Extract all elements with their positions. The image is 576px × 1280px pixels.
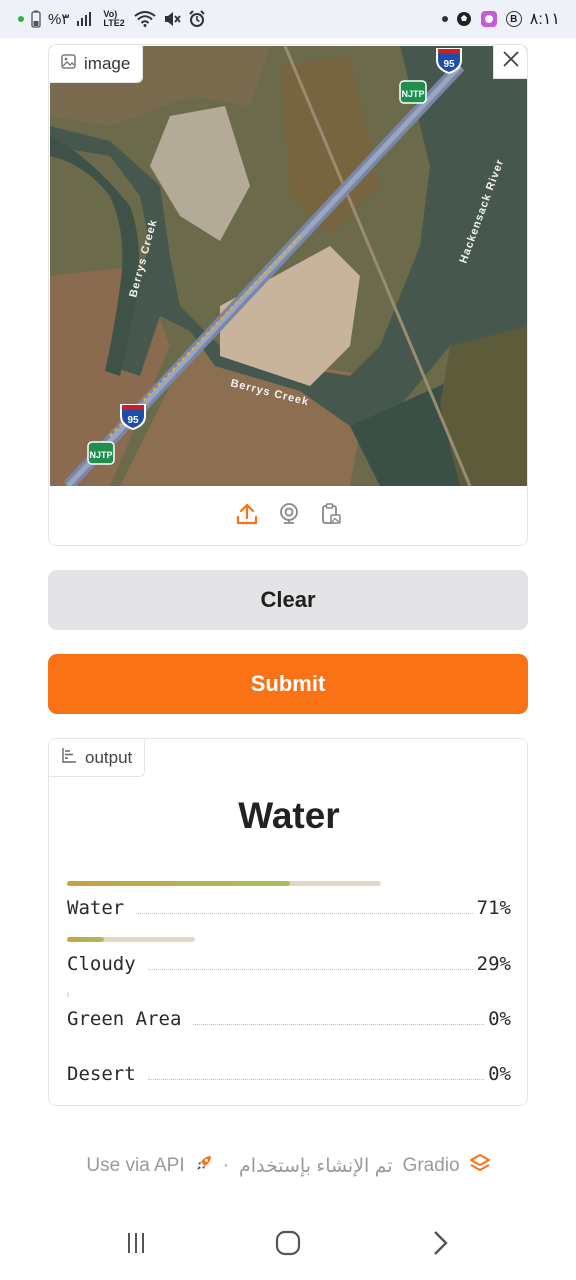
turnpike-icon: NJTP [399,80,427,104]
submit-button[interactable]: Submit [48,654,528,714]
turnpike-bottom-label: NJTP [89,450,112,460]
footer-separator: · [222,1155,229,1176]
confidence-percent: 29% [476,953,511,975]
android-nav-bar [0,1210,576,1280]
back-button[interactable] [410,1215,470,1275]
satellite-image[interactable]: 95 95 NJTP NJTP Berrys Creek Berrys Cree… [50,46,527,486]
footer: Use via API · تم الإنشاء بإستخدام Gradio [0,1153,576,1178]
clear-button[interactable]: Clear [48,570,528,630]
confidence-label: Green Area [67,1008,182,1030]
clipboard-icon [319,502,343,531]
confidence-text: Cloudy 29% [67,953,511,975]
highway-bottom-label: 95 [127,415,139,426]
dotted-leader [193,1013,485,1025]
output-panel: output Water Water 71% Cloudy 29% Green … [48,738,528,1106]
confidence-bar [67,992,69,997]
predicted-class: Water [238,795,340,836]
confidence-text: Water 71% [67,897,511,919]
confidence-text: Desert 0% [67,1063,511,1085]
api-link[interactable]: Use via API [86,1155,184,1177]
confidence-fill [67,937,105,942]
output-label-chip: output [49,739,146,777]
app-icon [480,10,498,28]
dotted-leader [147,958,473,970]
webcam-button[interactable] [275,502,303,530]
home-button[interactable] [258,1215,318,1275]
gradio-logo-icon [468,1153,491,1178]
confidence-fill [67,881,290,886]
confidence-label: Desert [67,1063,136,1085]
network-label: Vo) LTE2 [103,9,125,28]
image-input-panel: 95 95 NJTP NJTP Berrys Creek Berrys Cree… [48,44,528,546]
recent-apps-icon [124,1231,148,1260]
built-with-text: تم الإنشاء بإستخدام [238,1155,393,1177]
status-bar: %٣ Vo) LTE2 B ٨:١١ [0,0,576,38]
wifi-icon [134,11,157,27]
confidence-label: Cloudy [67,953,136,975]
dotted-leader [136,902,473,914]
battery-percent: %٣ [48,11,70,28]
recent-apps-button[interactable] [106,1215,166,1275]
gradio-link[interactable]: Gradio [403,1155,460,1177]
close-button[interactable] [493,45,527,79]
confidence-percent: 71% [476,897,511,919]
dotted-leader [147,1068,485,1080]
rocket-icon [195,1154,213,1178]
image-icon [61,53,76,74]
confidence-bar [67,881,381,886]
battery-icon [31,10,41,28]
confidence-percent: 0% [488,1063,511,1085]
confidence-percent: 0% [488,1008,511,1030]
signal-icon [76,11,96,27]
alarm-icon [188,10,206,28]
image-label-chip: image [49,45,144,83]
output-label: output [85,747,133,767]
label-chart-icon [61,747,77,768]
status-right: B ٨:١١ [441,9,560,29]
confidence-row-water: Water 71% [67,881,511,931]
confidence-row-cloudy: Cloudy 29% [67,937,511,987]
upload-button[interactable] [233,502,261,530]
webcam-icon [277,502,301,531]
paste-clipboard-button[interactable] [317,502,345,530]
confidence-label: Water [67,897,125,919]
football-icon [456,11,472,27]
confidence-bar [67,937,195,942]
b-badge-icon: B [505,11,522,27]
home-icon [275,1230,301,1261]
upload-icon [235,502,259,531]
mute-icon [163,11,182,27]
turnpike-icon: NJTP [87,441,115,465]
dot-icon [441,16,448,22]
confidence-text: Green Area 0% [67,1008,511,1030]
highway-top-label: 95 [443,59,455,70]
close-icon [502,50,520,73]
badge-letter: B [510,13,518,25]
notification-dot [18,16,24,22]
confidence-row-green-area: Green Area 0% [67,992,511,1042]
status-left: %٣ Vo) LTE2 [18,10,206,28]
clock: ٨:١١ [529,11,560,28]
chevron-right-icon [430,1230,450,1261]
image-label: image [84,53,131,73]
turnpike-top-label: NJTP [401,89,424,99]
confidence-row-desert: Desert 0% [67,1047,511,1097]
image-source-toolbar [49,487,527,545]
